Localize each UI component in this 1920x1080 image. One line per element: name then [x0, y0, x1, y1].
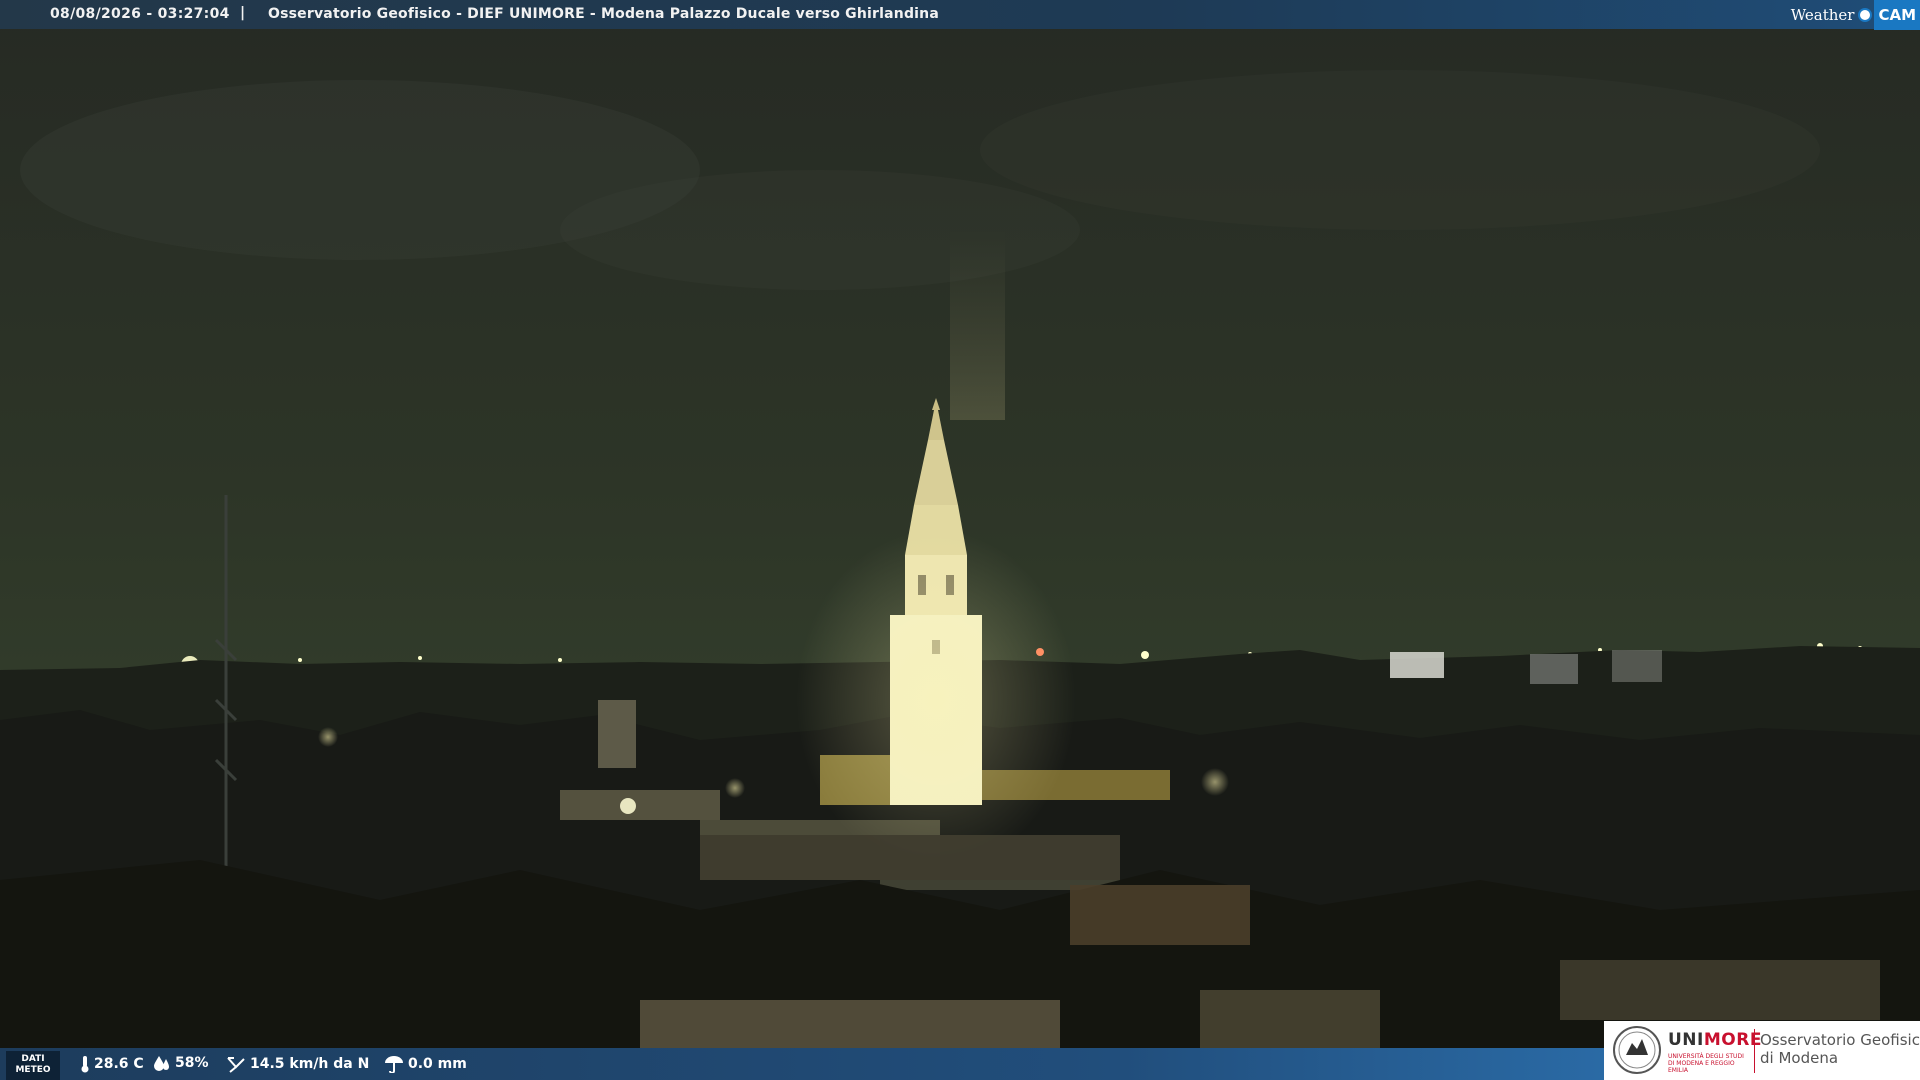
rain-value: 0.0 mm — [408, 1056, 467, 1072]
webcam-frame: 08/08/2026 - 03:27:04 | Osservatorio Geo… — [0, 0, 1920, 1080]
temperature-reading: 28.6 C — [80, 1055, 144, 1073]
building — [1612, 650, 1662, 682]
cloud — [980, 70, 1820, 230]
dati-meteo-label: DATI METEO — [6, 1051, 60, 1080]
humidity-value: 58% — [175, 1055, 209, 1071]
temperature-value: 28.6 C — [94, 1056, 144, 1072]
timestamp: 08/08/2026 - 03:27:04 — [50, 6, 230, 22]
dati-label: DATI — [21, 1054, 45, 1064]
street-light — [1201, 768, 1229, 796]
rain-gauge-icon — [385, 1056, 403, 1073]
top-info-bar: 08/08/2026 - 03:27:04 | Osservatorio Geo… — [0, 0, 1920, 30]
street-light — [725, 778, 745, 798]
observatory-name: Osservatorio Geofisico di Modena — [1760, 1031, 1920, 1067]
clock-tower — [598, 700, 636, 768]
weathercam-word: Weather — [1790, 5, 1855, 24]
logo-divider — [1754, 1029, 1755, 1073]
thermometer-icon — [81, 1056, 89, 1073]
tower-glow — [796, 530, 1076, 870]
uni-prefix: UNI — [1668, 1030, 1704, 1050]
light-beam — [950, 230, 1005, 420]
lit-facade — [560, 790, 720, 820]
wind-value: 14.5 km/h da N — [250, 1056, 370, 1072]
humidity-drop-icon — [154, 1056, 169, 1071]
camera-title: Osservatorio Geofisico - DIEF UNIMORE - … — [268, 6, 939, 22]
unimore-logo-panel: UNIMORE UNIVERSITÀ DEGLI STUDI DI MODENA… — [1604, 1021, 1920, 1080]
webcam-image — [0, 0, 1920, 1080]
clock-light — [620, 798, 636, 814]
meteo-label: METEO — [15, 1065, 51, 1075]
university-subtitle: UNIVERSITÀ DEGLI STUDI DI MODENA E REGGI… — [1668, 1053, 1744, 1074]
weathercam-logo: Weather CAM — [1790, 0, 1920, 30]
street-light — [318, 727, 338, 747]
unimore-wordmark: UNIMORE — [1668, 1030, 1762, 1050]
wind-icon — [227, 1057, 245, 1073]
observatory-line2: di Modena — [1760, 1049, 1839, 1067]
camera-lens-icon — [1858, 7, 1873, 22]
separator: | — [240, 5, 246, 21]
observatory-line1: Osservatorio Geofisico — [1760, 1031, 1920, 1049]
dome-building — [1070, 885, 1250, 945]
white-building — [1390, 652, 1444, 678]
wind-reading: 14.5 km/h da N — [226, 1055, 369, 1073]
university-seal-icon — [1613, 1026, 1661, 1074]
humidity-reading: 58% — [153, 1055, 209, 1071]
palazzo-wing — [700, 835, 1120, 880]
building — [1530, 654, 1578, 684]
rain-reading: 0.0 mm — [384, 1055, 467, 1073]
building-right — [1560, 960, 1880, 1020]
weathercam-cam: CAM — [1874, 0, 1920, 30]
